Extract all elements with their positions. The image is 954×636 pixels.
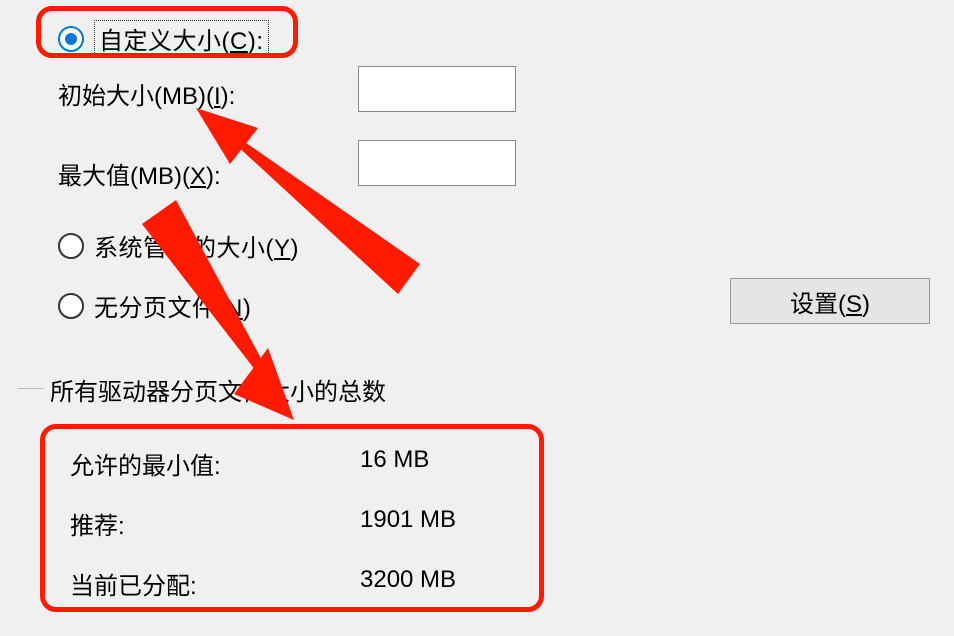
max-size-label: 最大值(MB)(X): <box>58 156 221 191</box>
radio-system-managed[interactable]: 系统管理的大小(Y) <box>58 228 299 263</box>
radio-icon <box>58 233 84 259</box>
radio-no-paging-label: 无分页文件(N) <box>94 288 251 323</box>
stat-min-label: 允许的最小值: <box>70 446 360 481</box>
stat-allocated-label: 当前已分配: <box>70 566 360 601</box>
initial-size-label: 初始大小(MB)(I): <box>58 76 235 111</box>
radio-no-paging[interactable]: 无分页文件(N) <box>58 288 251 323</box>
radio-custom-size-label: 自定义大小(C): <box>94 20 269 57</box>
radio-custom-size[interactable]: 自定义大小(C): <box>58 20 269 57</box>
initial-size-input[interactable] <box>358 66 516 112</box>
stat-recommended-label: 推荐: <box>70 506 360 541</box>
set-button[interactable]: 设置(S) <box>730 278 930 324</box>
stat-allocated-value: 3200 MB <box>360 566 456 601</box>
totals-group-title: 所有驱动器分页文件大小的总数 <box>46 372 390 407</box>
max-size-input[interactable] <box>358 140 516 186</box>
radio-icon <box>58 26 84 52</box>
set-button-label: 设置(S) <box>790 284 870 319</box>
stat-min-row: 允许的最小值: 16 MB <box>70 446 429 481</box>
stat-recommended-value: 1901 MB <box>360 506 456 541</box>
radio-system-managed-label: 系统管理的大小(Y) <box>94 228 299 263</box>
stat-min-value: 16 MB <box>360 446 429 481</box>
groupbox-border <box>18 388 44 389</box>
stat-recommended-row: 推荐: 1901 MB <box>70 506 456 541</box>
stat-allocated-row: 当前已分配: 3200 MB <box>70 566 456 601</box>
radio-icon <box>58 293 84 319</box>
